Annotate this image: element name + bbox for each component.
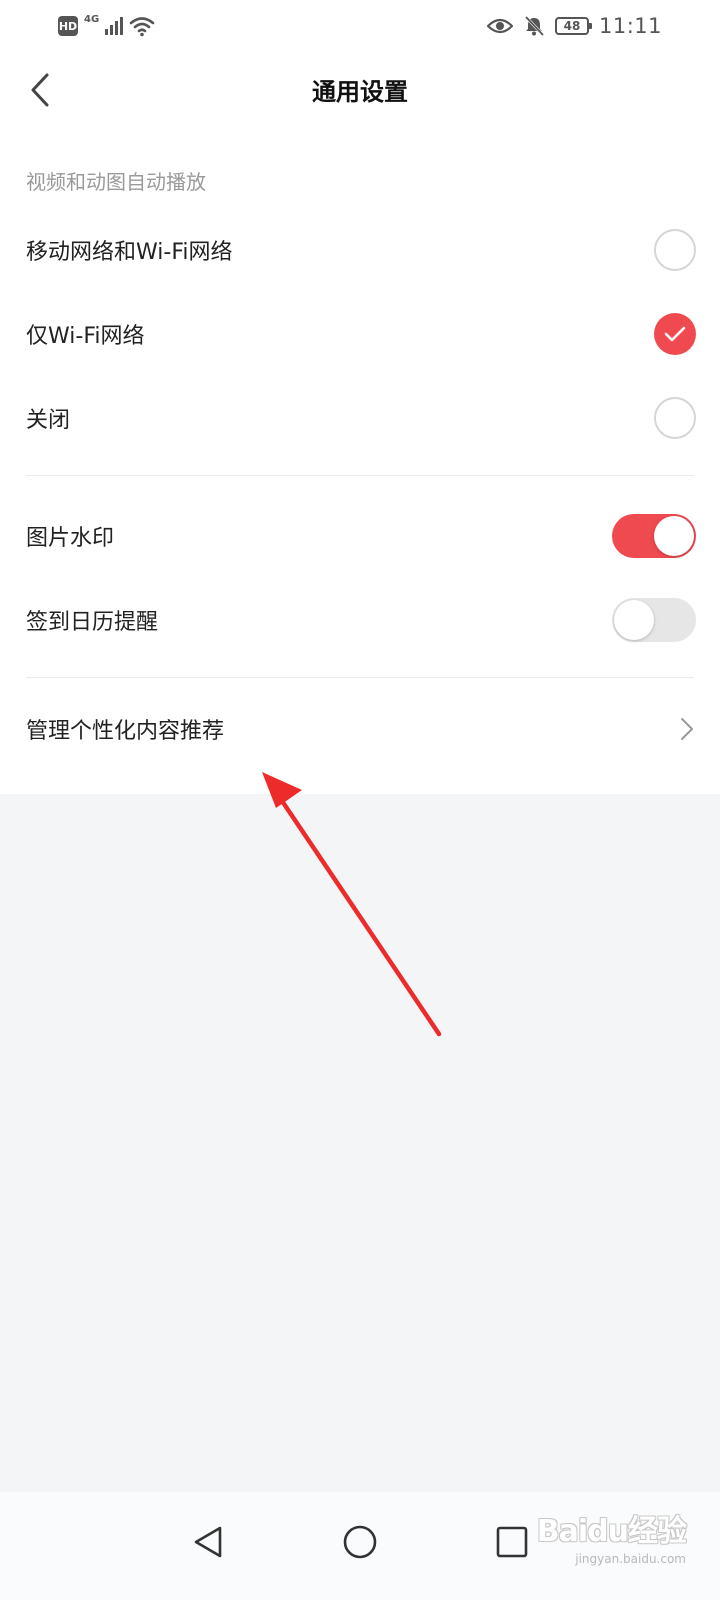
radio-option-off[interactable]: 关闭 [0, 376, 720, 460]
radio-option-wifi-only[interactable]: 仅Wi-Fi网络 [0, 292, 720, 376]
battery-icon: 48 [554, 17, 592, 35]
link-label: 管理个性化内容推荐 [26, 719, 225, 744]
status-bar: HD 4G 48 11:11 [0, 0, 720, 52]
system-recents-button[interactable] [488, 1518, 536, 1566]
toggle-label: 签到日历提醒 [26, 610, 159, 635]
toggle-label: 图片水印 [26, 526, 115, 551]
home-circle-icon [343, 1525, 377, 1559]
battery-level: 48 [563, 19, 581, 33]
bell-off-icon [524, 15, 545, 37]
eye-icon [486, 18, 513, 34]
checkmark-icon [664, 326, 686, 342]
recents-square-icon [496, 1526, 528, 1558]
settings-panel: 视频和动图自动播放 移动网络和Wi-Fi网络 仅Wi-Fi网络 关闭 图片水印 … [0, 136, 720, 794]
toggle-row-checkin-calendar-reminder[interactable]: 签到日历提醒 [0, 578, 720, 662]
system-navigation-bar [0, 1492, 720, 1600]
toggle-knob [614, 600, 654, 640]
link-row-manage-personalized-recommendations[interactable]: 管理个性化内容推荐 [0, 687, 720, 771]
back-triangle-icon [194, 1526, 222, 1558]
radio-button-checked[interactable] [654, 313, 696, 355]
radio-option-label: 关闭 [26, 408, 71, 433]
toggle-knob [654, 516, 694, 556]
toggle-switch-on[interactable] [612, 514, 696, 558]
page-title: 通用设置 [312, 78, 408, 106]
radio-button-unchecked[interactable] [654, 229, 696, 271]
status-time: 11:11 [598, 14, 662, 38]
system-home-button[interactable] [336, 1518, 384, 1566]
divider [26, 475, 694, 476]
divider [26, 677, 694, 678]
status-right-group: 48 11:11 [486, 12, 662, 40]
radio-option-label: 移动网络和Wi-Fi网络 [26, 240, 233, 265]
radio-option-mobile-and-wifi[interactable]: 移动网络和Wi-Fi网络 [0, 208, 720, 292]
toggle-row-image-watermark[interactable]: 图片水印 [0, 494, 720, 578]
toggle-switch-off[interactable] [612, 598, 696, 642]
radio-option-label: 仅Wi-Fi网络 [26, 324, 145, 349]
system-back-button[interactable] [184, 1518, 232, 1566]
wifi-icon [129, 17, 155, 37]
network-type-label: 4G [84, 14, 100, 25]
chevron-right-icon [681, 718, 693, 740]
signal-icon [105, 17, 124, 35]
radio-button-unchecked[interactable] [654, 397, 696, 439]
header-bar: 通用设置 [0, 52, 720, 136]
status-left-group: HD 4G [58, 12, 155, 40]
hd-badge: HD [58, 16, 78, 36]
section-header-autoplay: 视频和动图自动播放 [26, 170, 206, 194]
